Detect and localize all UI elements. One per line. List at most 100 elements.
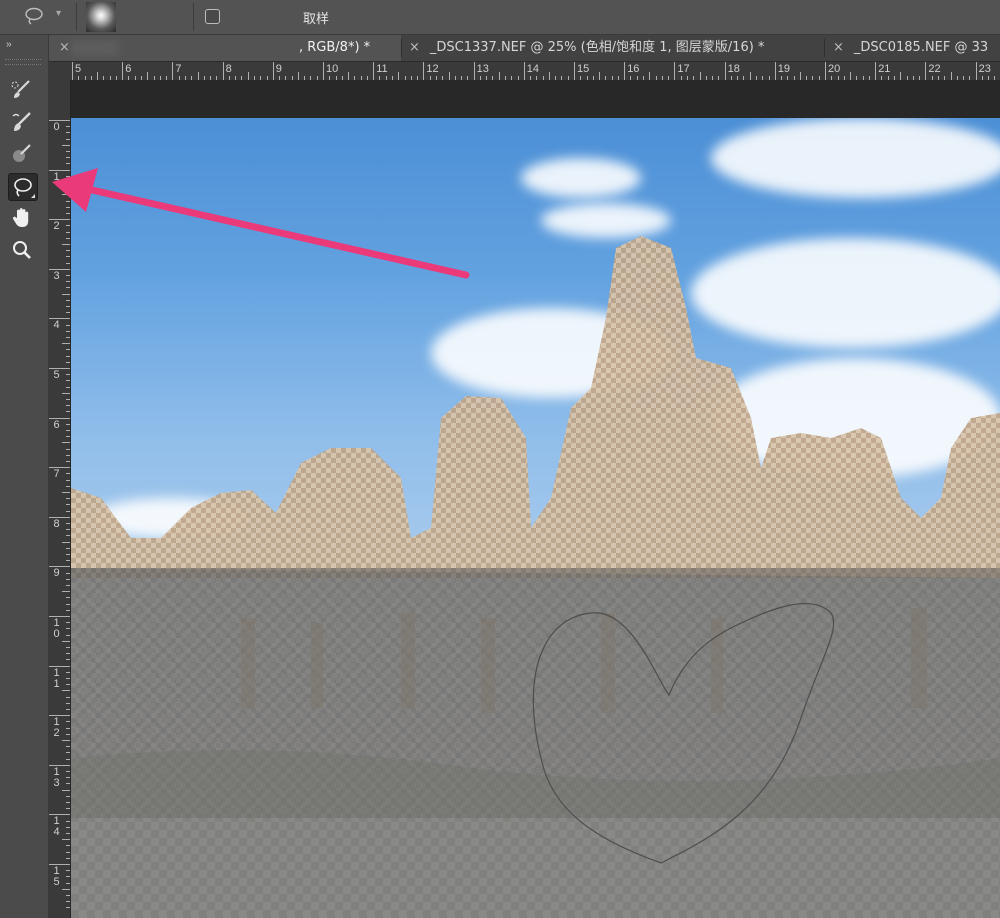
lasso-tool-button[interactable]: [8, 173, 38, 201]
ruler-minor-tick: [504, 76, 506, 80]
brush-icon[interactable]: [8, 141, 36, 167]
ruler-major-tick: [122, 62, 124, 80]
ruler-minor-tick: [66, 907, 70, 909]
ruler-minor-tick: [517, 76, 519, 80]
vertical-ruler[interactable]: 0123456789101112131415: [49, 80, 71, 918]
panel-grip[interactable]: [5, 59, 41, 65]
ruler-minor-tick: [66, 436, 70, 438]
ruler-minor-tick: [912, 76, 914, 80]
ruler-minor-tick: [705, 76, 707, 80]
ruler-minor-tick: [66, 237, 70, 239]
tab-current-document[interactable]: × , RGB/8*) *: [49, 35, 401, 61]
ruler-major-tick: [423, 62, 425, 80]
ruler-minor-tick: [831, 76, 833, 80]
ruler-label: 8: [225, 63, 232, 75]
ruler-minor-tick: [103, 76, 105, 80]
ruler-minor-tick: [398, 72, 400, 80]
tab-label: _DSC1337.NEF @ 25% (色相/饱和度 1, 图层蒙版/16) *: [429, 40, 765, 55]
ruler-minor-tick: [66, 851, 70, 853]
ruler-minor-tick: [988, 76, 990, 80]
ruler-minor-tick: [379, 76, 381, 80]
ruler-minor-tick: [62, 442, 70, 444]
tool-group-indicator: [31, 194, 35, 198]
ruler-minor-tick: [630, 76, 632, 80]
ruler-label: 8: [53, 517, 60, 530]
ruler-minor-tick: [410, 76, 412, 80]
ruler-minor-tick: [66, 188, 70, 190]
ruler-minor-tick: [62, 591, 70, 593]
ruler-minor-tick: [755, 76, 757, 80]
ruler-minor-tick: [66, 225, 70, 227]
ruler-label: 16: [627, 63, 640, 75]
ruler-minor-tick: [66, 312, 70, 314]
tab-close-icon[interactable]: ×: [59, 35, 70, 61]
ruler-minor-tick: [247, 72, 249, 80]
collapse-panel-icon[interactable]: ››: [6, 39, 12, 50]
ruler-minor-tick: [768, 76, 770, 80]
ruler-minor-tick: [66, 671, 70, 673]
tab-close-icon[interactable]: ×: [409, 40, 420, 55]
ruler-minor-tick: [66, 578, 70, 580]
ruler-label: 22: [928, 63, 941, 75]
ruler-label: 15: [577, 63, 590, 75]
ruler-minor-tick: [66, 485, 70, 487]
ruler-minor-tick: [492, 76, 494, 80]
quick-selection-brush-icon[interactable]: [8, 77, 36, 103]
ruler-minor-tick: [850, 72, 852, 80]
tool-preset-dropdown-icon[interactable]: ▾: [56, 8, 61, 19]
ruler-minor-tick: [66, 721, 70, 723]
ruler-minor-tick: [66, 678, 70, 679]
ruler-minor-tick: [66, 702, 70, 704]
ruler-minor-tick: [66, 609, 70, 611]
ruler-minor-tick: [66, 361, 70, 363]
brush-preview-thumbnail[interactable]: [86, 2, 116, 32]
ruler-minor-tick: [184, 76, 186, 80]
ruler-minor-tick: [649, 72, 651, 80]
ruler-origin[interactable]: [49, 62, 71, 81]
ruler-minor-tick: [178, 76, 180, 80]
mixer-brush-icon[interactable]: [8, 109, 36, 135]
ruler-minor-tick: [66, 306, 70, 307]
tab-close-icon[interactable]: ×: [833, 40, 844, 55]
ruler-minor-tick: [66, 405, 70, 407]
ruler-minor-tick: [260, 76, 262, 80]
zoom-icon[interactable]: [8, 237, 36, 263]
document-canvas[interactable]: [71, 118, 1000, 918]
ruler-minor-tick: [115, 76, 117, 80]
lasso-tool-preset-icon[interactable]: [22, 6, 46, 26]
tab-dsc1337[interactable]: × _DSC1337.NEF @ 25% (色相/饱和度 1, 图层蒙版/16) …: [409, 35, 764, 61]
ruler-minor-tick: [994, 76, 996, 80]
ruler-minor-tick: [887, 76, 889, 80]
ruler-minor-tick: [762, 76, 764, 80]
ruler-label: 14: [53, 815, 60, 839]
ruler-minor-tick: [66, 380, 70, 382]
ruler-minor-tick: [153, 76, 155, 80]
ruler-minor-tick: [66, 746, 70, 748]
ruler-major-tick: [523, 62, 525, 80]
ruler-minor-tick: [62, 194, 70, 196]
tab-dsc0185[interactable]: × _DSC0185.NEF @ 33: [833, 35, 988, 61]
ruler-minor-tick: [787, 76, 789, 80]
ruler-minor-tick: [661, 76, 663, 80]
ruler-minor-tick: [66, 355, 70, 357]
ruler-minor-tick: [592, 76, 594, 80]
ruler-minor-tick: [793, 76, 795, 80]
ruler-minor-tick: [62, 789, 70, 791]
ruler-minor-tick: [291, 76, 293, 80]
ruler-minor-tick: [894, 76, 896, 80]
ruler-label: 19: [777, 63, 791, 75]
ruler-minor-tick: [62, 541, 70, 543]
sample-all-layers-checkbox[interactable]: [205, 9, 220, 24]
ruler-minor-tick: [66, 299, 70, 301]
ruler-minor-tick: [366, 76, 368, 80]
ruler-minor-tick: [360, 76, 362, 80]
ruler-minor-tick: [66, 200, 70, 202]
ruler-minor-tick: [354, 76, 356, 80]
hand-icon[interactable]: [8, 205, 36, 231]
horizontal-ruler[interactable]: 5 6 7 8 9 10 11 12 13 14 15 16 17 18 19 20 21 22 23: [70, 62, 1000, 81]
ruler-minor-tick: [66, 758, 70, 760]
ruler-minor-tick: [718, 76, 720, 80]
options-divider: [76, 3, 77, 31]
ruler-label: 20: [828, 63, 841, 75]
ruler-label: 14: [526, 63, 540, 75]
